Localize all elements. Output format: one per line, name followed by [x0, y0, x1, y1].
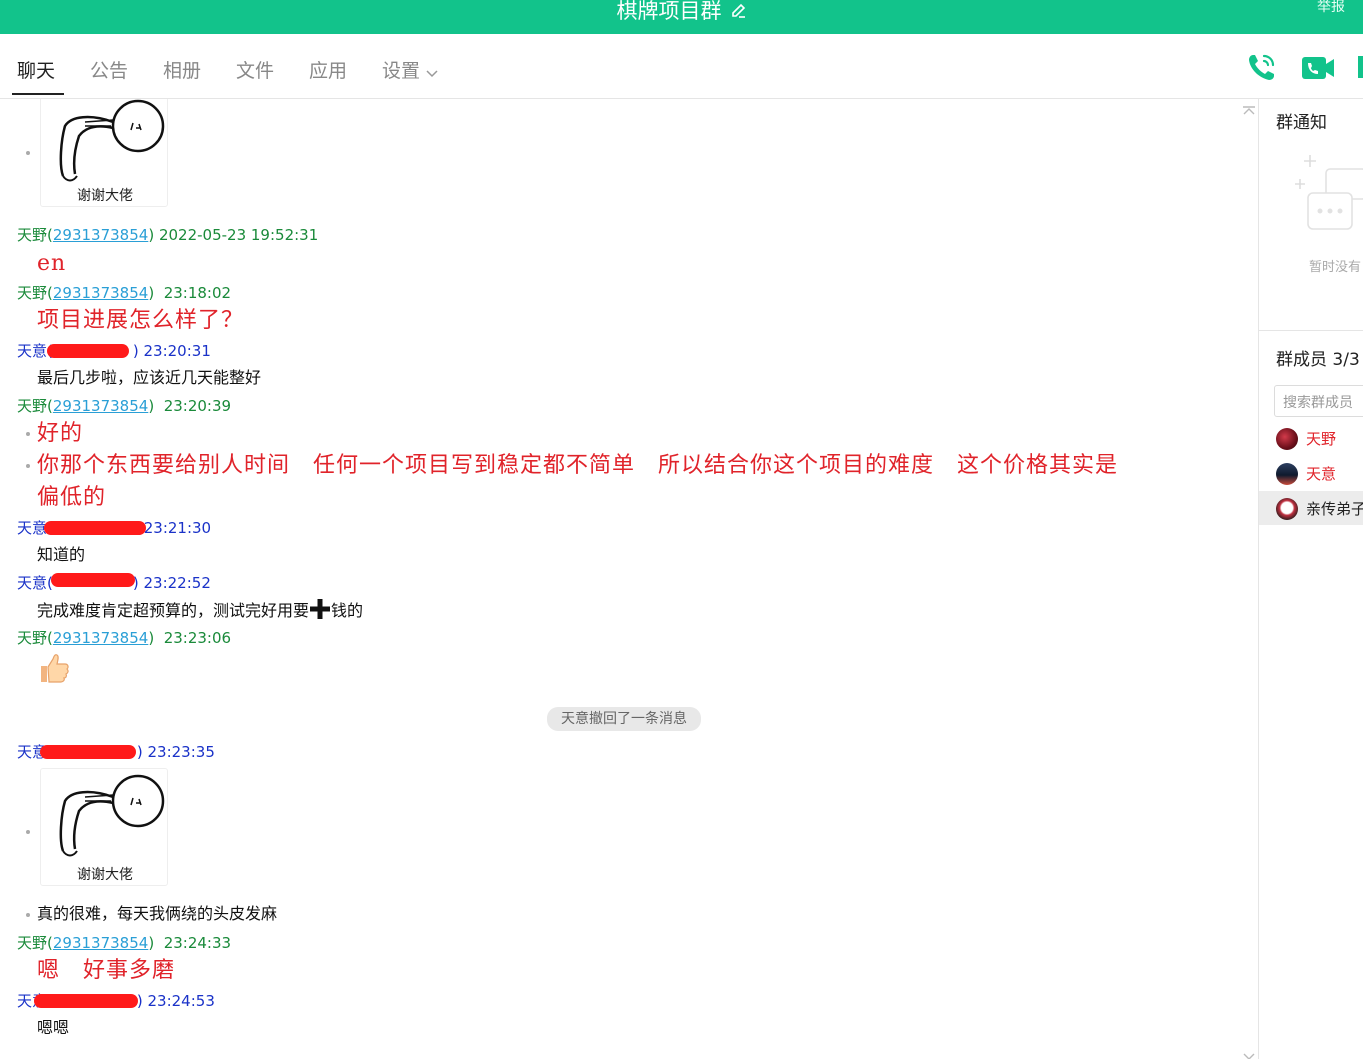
- chat-messages[interactable]: 谢谢大佬 天野(2931373854) 2022-05-23 19:52:31 …: [0, 99, 1258, 1059]
- message-header: 天野(2931373854) 23:23:06: [17, 629, 232, 647]
- sender-qq-link[interactable]: 2931373854: [53, 397, 148, 415]
- notice-empty-text: 暂时没有: [1309, 260, 1362, 275]
- message-bullet: [26, 151, 30, 155]
- message-time: 23:23:06: [163, 629, 232, 647]
- group-sidebar: 群通知 暂时没有 群成员 3/3 搜索群成员 天野 天意 亲传弟子: [1258, 99, 1363, 1059]
- message-header: 天野(2931373854) 23:18:02: [17, 284, 232, 302]
- message-time: 2022-05-23 19:52:31: [158, 226, 319, 244]
- more-toolbar-icon[interactable]: [1358, 56, 1363, 78]
- avatar: [1276, 428, 1298, 450]
- report-link[interactable]: 举报: [1317, 0, 1345, 17]
- avatar: [1276, 498, 1298, 520]
- redaction-mark: [47, 344, 129, 358]
- message-time: 23:20:31: [143, 342, 211, 360]
- sticker-caption: 谢谢大佬: [77, 188, 133, 204]
- message-time: 23:22:52: [143, 574, 211, 592]
- tab-chat[interactable]: 聊天: [17, 58, 55, 84]
- sender-qq-link[interactable]: 2931373854: [53, 226, 148, 244]
- message-text: 最后几步啦，应该近几天能整好: [37, 368, 262, 387]
- member-name: 天野: [1306, 430, 1337, 448]
- app-window: 棋牌项目群 举报 聊天 公告 相册 文件 应用 设置 谢谢大佬 天野(29313…: [0, 0, 1363, 1059]
- message-header: 天野(2931373854) 23:24:33: [17, 934, 232, 952]
- message-time: 23:20:39: [163, 397, 232, 415]
- sender-name: 天意: [17, 574, 48, 592]
- message-text: 好的: [37, 421, 84, 446]
- collapse-down-icon[interactable]: [1242, 1047, 1256, 1059]
- active-tab-indicator: [12, 93, 64, 95]
- message-text: 嗯 好事多磨: [37, 958, 176, 983]
- title-wrap: 棋牌项目群: [0, 0, 1363, 27]
- sender-name: 天野: [17, 934, 48, 952]
- members-title: 群成员 3/3: [1276, 350, 1360, 370]
- group-title: 棋牌项目群: [616, 0, 722, 23]
- message-text: 完成难度肯定超预算的，测试完好用要 钱的: [37, 599, 363, 625]
- notice-title: 群通知: [1276, 113, 1327, 133]
- sidebar-divider: [1259, 330, 1363, 331]
- sticker-image[interactable]: 谢谢大佬: [40, 99, 168, 207]
- redaction-mark: [34, 994, 138, 1008]
- sender-name: 天野: [17, 397, 48, 415]
- sender-name: 天野: [17, 226, 48, 244]
- sender-qq-link[interactable]: 2931373854: [53, 934, 148, 952]
- member-name: 亲传弟子: [1306, 500, 1363, 518]
- tab-announcement[interactable]: 公告: [90, 58, 128, 84]
- message-text: 项目进展怎么样了？: [37, 308, 245, 333]
- tab-settings[interactable]: 设置: [382, 58, 438, 85]
- plus-emoji-icon: [309, 599, 331, 625]
- empty-notice-icon: [1292, 153, 1363, 241]
- message-time: 23:21:30: [143, 519, 212, 537]
- message-bullet: [26, 432, 30, 436]
- tab-album[interactable]: 相册: [163, 58, 201, 84]
- message-bullet: [26, 464, 30, 468]
- sender-name: 天野: [17, 284, 48, 302]
- collapse-up-icon[interactable]: [1242, 101, 1256, 120]
- redaction-mark: [51, 573, 135, 587]
- sticker-drawing: [59, 774, 165, 857]
- system-notice: 天意撤回了一条消息: [547, 707, 701, 731]
- tab-files[interactable]: 文件: [236, 58, 274, 84]
- sticker-drawing: [59, 99, 165, 182]
- message-bullet: [26, 830, 30, 834]
- edit-pencil-icon[interactable]: [730, 0, 747, 27]
- message-text: 真的很难，每天我俩绕的头皮发麻: [37, 904, 278, 923]
- title-bar: 棋牌项目群 举报: [0, 0, 1363, 34]
- message-header: 天野(2931373854) 2022-05-23 19:52:31: [17, 226, 319, 244]
- message-text: 嗯嗯: [37, 1018, 70, 1037]
- message-text-part: 钱的: [331, 601, 364, 620]
- message-time: 23:24:33: [163, 934, 232, 952]
- avatar: [1276, 463, 1298, 485]
- member-name: 天意: [1306, 465, 1337, 483]
- message-time: 23:23:35: [147, 743, 215, 761]
- message-text-part: 完成难度肯定超预算的，测试完好用要: [37, 601, 310, 620]
- sender-name: 天意: [17, 519, 48, 537]
- member-item[interactable]: 亲传弟子: [1259, 491, 1363, 525]
- sender-qq-link[interactable]: 2931373854: [53, 284, 148, 302]
- sender-qq-link[interactable]: 2931373854: [53, 629, 148, 647]
- sender-name: 天野: [17, 629, 48, 647]
- message-text: en: [37, 251, 67, 276]
- message-bullet: [26, 913, 30, 917]
- message-text: 知道的: [37, 545, 86, 564]
- member-item[interactable]: 天意: [1259, 456, 1363, 490]
- tab-settings-label: 设置: [382, 60, 421, 82]
- thumbs-up-icon: [37, 651, 71, 689]
- message-time: 23:24:53: [147, 992, 215, 1010]
- message-time: 23:18:02: [163, 284, 232, 302]
- phone-icon[interactable]: [1247, 52, 1277, 86]
- tab-apps[interactable]: 应用: [309, 58, 347, 84]
- tab-bar: 聊天 公告 相册 文件 应用 设置: [0, 34, 1363, 99]
- message-text: 偏低的: [37, 485, 107, 510]
- sticker-caption: 谢谢大佬: [77, 867, 133, 883]
- chevron-down-icon: [426, 59, 438, 85]
- sender-name: 天意: [17, 342, 48, 360]
- message-header: 天野(2931373854) 23:20:39: [17, 397, 232, 415]
- message-text: 你那个东西要给别人时间 任何一个项目写到稳定都不简单 所以结合你这个项目的难度 …: [37, 453, 1119, 478]
- member-item[interactable]: 天野: [1259, 421, 1363, 455]
- redaction-mark: [40, 745, 136, 759]
- member-search-input[interactable]: 搜索群成员: [1274, 385, 1363, 417]
- video-icon[interactable]: [1301, 56, 1335, 84]
- sticker-image[interactable]: 谢谢大佬: [40, 768, 168, 886]
- redaction-mark: [44, 521, 146, 535]
